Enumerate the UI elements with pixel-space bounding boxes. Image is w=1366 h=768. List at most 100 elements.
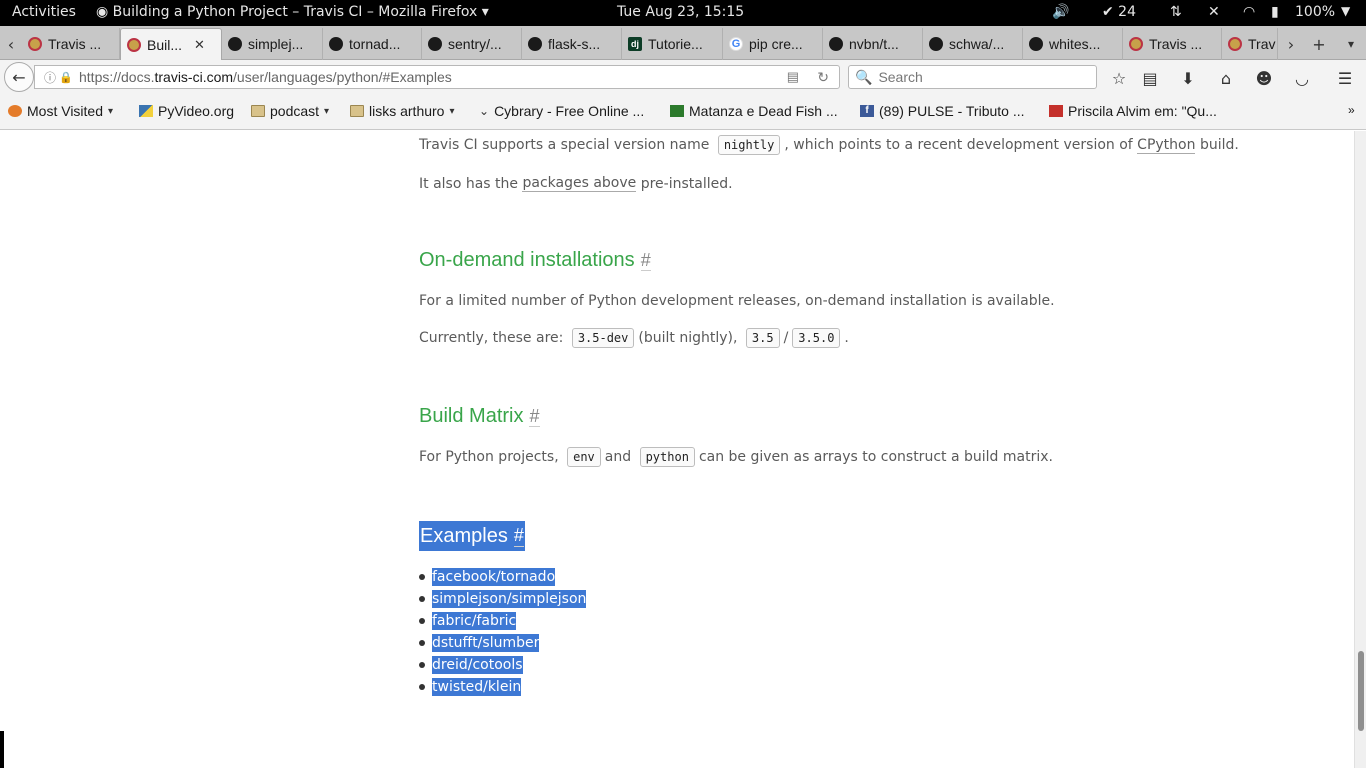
folder-icon [251,105,265,117]
system-menu-chevron-icon[interactable]: ▼ [1341,4,1350,18]
app-menu[interactable]: ◉ Building a Python Project – Travis CI … [96,4,489,20]
tab[interactable]: nvbn/t... [823,28,923,60]
bookmark-pulse[interactable]: f (89) PULSE - Tributo ... [860,103,1025,119]
tab-label: whites... [1049,36,1101,52]
anchor-link[interactable]: # [529,406,540,427]
chevron-down-icon: ▾ [108,105,114,117]
tab[interactable]: flask-s... [522,28,622,60]
example-link[interactable]: fabric/fabric [432,612,517,630]
tab-label: flask-s... [548,36,601,52]
bookmark-pyvideo[interactable]: PyVideo.org [139,103,234,119]
bookmarks-menu-icon[interactable]: ▤ [1139,67,1161,89]
bookmark-priscila[interactable]: Priscila Alvim em: "Qu... [1049,103,1217,119]
list-tabs-icon[interactable]: ▾ [1340,28,1362,60]
firefox-icon: ◉ [96,4,109,20]
lock-icon[interactable]: 🔒 [59,71,73,84]
bookmark-most-visited[interactable]: Most Visited ▾ [8,103,113,119]
tab-label: Travis ... [1149,36,1203,52]
tab[interactable]: whites... [1023,28,1123,60]
reader-view-icon[interactable]: ▤ [787,69,799,85]
example-link[interactable]: simplejson/simplejson [432,590,587,608]
tab[interactable]: Travis ... [22,28,120,60]
bullet-icon [419,662,425,668]
bookmark-star-icon[interactable]: ☆ [1108,67,1130,89]
reload-icon[interactable]: ↻ [817,69,829,86]
battery-icon[interactable]: ▮ [1271,4,1279,20]
chat-icon[interactable]: ☻ [1253,67,1275,89]
example-link[interactable]: twisted/klein [432,678,522,696]
scrollbar-thumb[interactable] [1358,651,1364,731]
pyvideo-icon [139,105,153,117]
packages-above-link[interactable]: packages above [522,175,637,192]
url-bar[interactable]: ⓘ 🔒 https://docs.travis-ci.com/user/lang… [34,65,840,89]
cybrary-icon: ⌄ [479,104,490,118]
cpython-link[interactable]: CPython [1137,137,1196,154]
bookmark-matanza[interactable]: Matanza e Dead Fish ... [670,103,838,119]
home-icon[interactable]: ⌂ [1215,67,1237,89]
search-bar[interactable]: 🔍 Search [848,65,1097,89]
tab[interactable]: sentry/... [422,28,522,60]
url-text[interactable]: https://docs.travis-ci.com/user/language… [79,69,452,85]
anchor-link[interactable]: # [640,250,651,271]
close-tab-icon[interactable]: ✕ [194,37,205,53]
tab[interactable]: simplej... [222,28,323,60]
heading-examples: Examples # [419,521,525,551]
example-link[interactable]: dstufft/slumber [432,634,540,652]
battery-percent[interactable]: 100% [1295,4,1335,20]
navigation-bar: ← ⓘ 🔒 https://docs.travis-ci.com/user/la… [0,60,1366,94]
nightly-paragraph: Travis CI supports a special version nam… [419,135,1239,155]
bookmark-folder-podcast[interactable]: podcast ▾ [251,103,329,119]
updates-indicator[interactable]: ✔ 24 [1102,4,1136,20]
packages-paragraph: It also has the packages above pre-insta… [419,175,733,192]
tab-strip: ‹ Travis ... Buil... ✕ simplej... tornad... s… [0,26,1366,60]
tab-active[interactable]: Buil... ✕ [120,28,222,60]
network-icon[interactable]: ⇅ [1170,4,1182,20]
tab-label: pip cre... [749,36,803,52]
list-item: dreid/cotools [419,654,586,676]
activities-button[interactable]: Activities [12,4,76,20]
clock[interactable]: Tue Aug 23, 15:15 [617,4,744,20]
github-icon [528,37,542,51]
tab-label: Trav [1248,36,1276,52]
list-item: twisted/klein [419,676,586,698]
downloads-icon[interactable]: ⬇ [1177,67,1199,89]
tab[interactable]: schwa/... [923,28,1023,60]
window-edge [0,731,4,768]
tab[interactable]: Travis ... [1123,28,1222,60]
list-item: facebook/tornado [419,566,586,588]
info-icon[interactable]: ⓘ [41,69,59,86]
bullet-icon [419,640,425,646]
wifi-icon[interactable]: ◠ [1243,4,1255,20]
close-icon[interactable]: ✕ [1208,4,1220,20]
tab[interactable]: dj Tutorie... [622,28,723,60]
bookmark-folder-lisks-arthuro[interactable]: lisks arthuro ▾ [350,103,455,119]
github-icon [228,37,242,51]
example-link[interactable]: facebook/tornado [432,568,556,586]
new-tab-button[interactable]: + [1308,28,1330,60]
list-item: dstufft/slumber [419,632,586,654]
more-bookmarks-icon[interactable]: » [1348,103,1355,117]
tab[interactable]: tornad... [323,28,422,60]
volume-icon[interactable]: 🔊 [1052,4,1069,20]
example-link[interactable]: dreid/cotools [432,656,523,674]
bullet-icon [419,618,425,624]
code-3-5-dev: 3.5-dev [571,328,635,348]
tab-label: nvbn/t... [849,36,899,52]
scroll-tabs-right-icon[interactable]: › [1280,28,1302,60]
tab[interactable]: Gpip cre... [723,28,823,60]
tab-label: schwa/... [949,36,1005,52]
pocket-icon[interactable]: ◡ [1291,67,1313,89]
back-button[interactable]: ← [4,62,34,92]
code-nightly: nightly [717,135,781,155]
folder-icon [350,105,364,117]
code-python: python [639,447,695,467]
tab-label: Travis ... [48,36,102,52]
anchor-link[interactable]: # [513,525,524,547]
hamburger-menu-icon[interactable]: ☰ [1334,67,1356,89]
scroll-tabs-left-icon[interactable]: ‹ [0,28,22,60]
vertical-scrollbar[interactable] [1354,131,1366,768]
tab[interactable]: Trav [1222,28,1278,60]
matanza-icon [670,105,684,117]
bookmark-cybrary[interactable]: ⌄ Cybrary - Free Online ... [479,103,644,119]
code-3-5-0: 3.5.0 [792,328,841,348]
